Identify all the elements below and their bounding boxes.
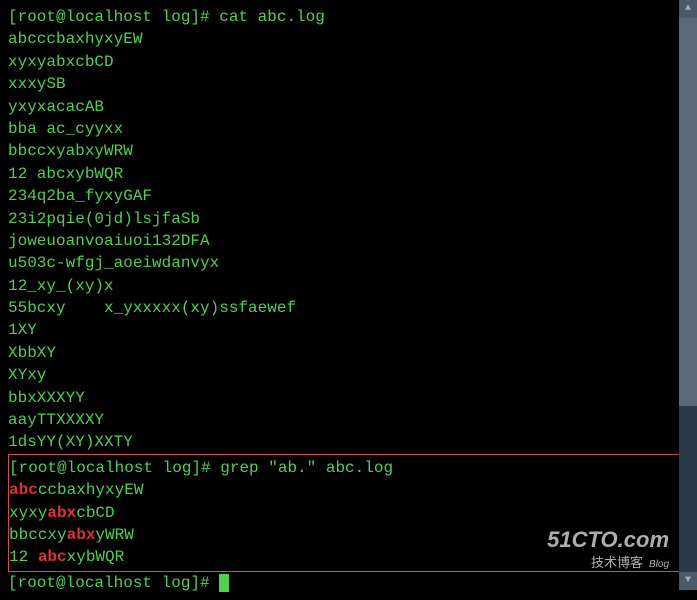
output-line: yxyxacacAB (8, 96, 689, 118)
cat-output-block: abcccbaxhyxyEW xyxyabxcbCD xxxySB yxyxac… (8, 28, 689, 453)
grep-line: xyxyabxcbCD (9, 502, 688, 524)
output-line: 234q2ba_fyxyGAF (8, 185, 689, 207)
output-line: 12_xy_(xy)x (8, 275, 689, 297)
output-line: aayTTXXXXY (8, 409, 689, 431)
terminal-output: [root@localhost log]# cat abc.log abcccb… (0, 0, 697, 600)
output-line: bbccxyabxyWRW (8, 140, 689, 162)
output-line: 1XY (8, 319, 689, 341)
prompt-prefix: [root@localhost log]# (8, 8, 219, 26)
prompt-prefix: [root@localhost log]# (9, 459, 220, 477)
grep-match: abx (67, 526, 96, 544)
scroll-up-arrow-icon[interactable]: ▲ (679, 0, 697, 18)
watermark-sub: 技术博客Blog (547, 554, 669, 572)
scroll-thumb[interactable] (679, 18, 697, 406)
scroll-down-arrow-icon[interactable]: ▼ (679, 572, 697, 590)
scroll-track[interactable] (679, 18, 697, 572)
output-line: 1dsYY(XY)XXTY (8, 431, 689, 453)
output-line: 55bcxy x_yxxxxx(xy)ssfaewef (8, 297, 689, 319)
grep-post: yWRW (95, 526, 133, 544)
grep-post: xybWQR (67, 548, 125, 566)
vertical-scrollbar[interactable]: ▲ ▼ (679, 0, 697, 590)
output-line: xxxySB (8, 73, 689, 95)
command-line-2: [root@localhost log]# grep "ab." abc.log (9, 457, 688, 479)
output-line: XbbXY (8, 342, 689, 364)
output-line: bba ac_cyyxx (8, 118, 689, 140)
grep-post: cbCD (76, 504, 114, 522)
grep-match: abx (47, 504, 76, 522)
grep-pre: bbccxy (9, 526, 67, 544)
output-line: bbxXXXYY (8, 387, 689, 409)
watermark-blog: Blog (649, 558, 669, 572)
watermark-main: 51CTO.com (547, 525, 669, 556)
grep-post: ccbaxhyxyEW (38, 481, 144, 499)
grep-pre: 12 (9, 548, 38, 566)
command-text: grep "ab." abc.log (220, 459, 393, 477)
grep-pre: xyxy (9, 504, 47, 522)
output-line: 23i2pqie(0jd)lsjfaSb (8, 208, 689, 230)
output-line: joweuoanvoaiuoi132DFA (8, 230, 689, 252)
grep-match: abc (38, 548, 67, 566)
command-line-3[interactable]: [root@localhost log]# (8, 572, 689, 594)
output-line: xyxyabxcbCD (8, 51, 689, 73)
output-line: abcccbaxhyxyEW (8, 28, 689, 50)
grep-line: abcccbaxhyxyEW (9, 479, 688, 501)
cursor-icon (219, 574, 229, 592)
command-text: cat abc.log (219, 8, 325, 26)
output-line: 12 abcxybWQR (8, 163, 689, 185)
command-line-1: [root@localhost log]# cat abc.log (8, 6, 689, 28)
output-line: XYxy (8, 364, 689, 386)
prompt-prefix: [root@localhost log]# (8, 574, 219, 592)
grep-match: abc (9, 481, 38, 499)
watermark: 51CTO.com 技术博客Blog (547, 525, 669, 572)
output-line: u503c-wfgj_aoeiwdanvyx (8, 252, 689, 274)
